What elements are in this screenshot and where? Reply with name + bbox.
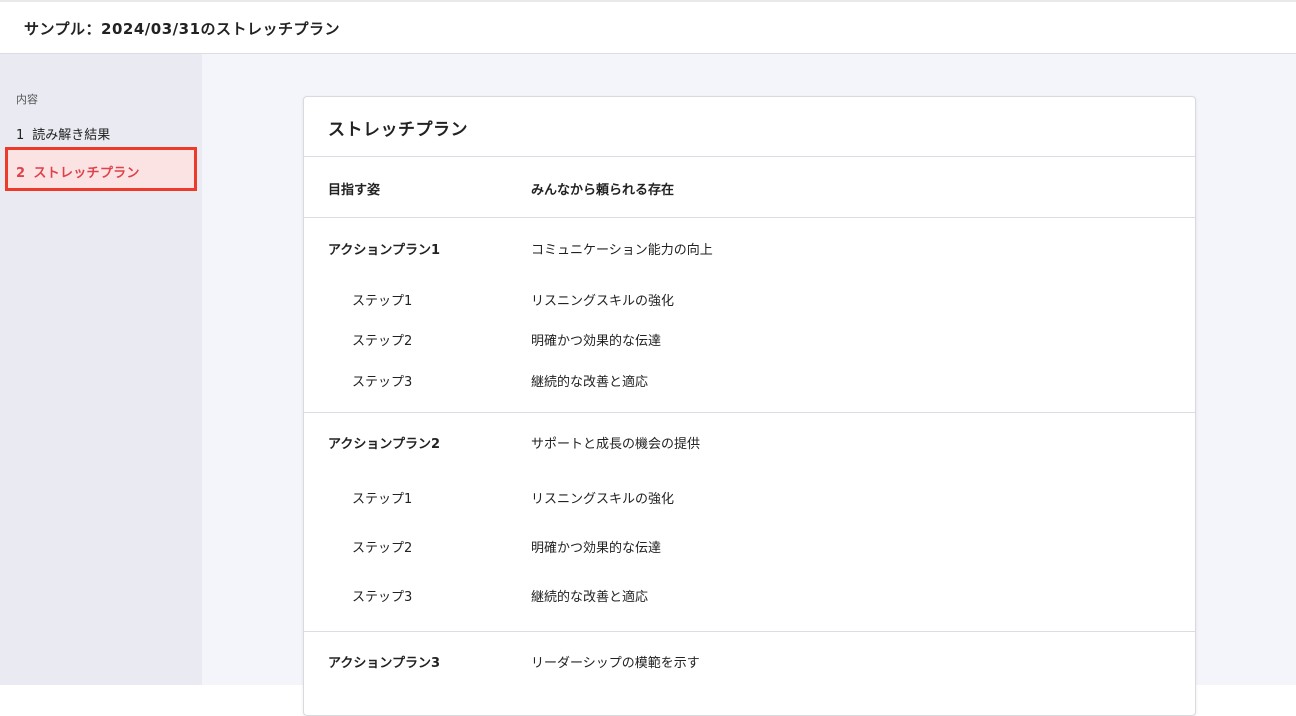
sidebar-toc: 内容 1 読み解き結果 2 ストレッチプラン xyxy=(0,54,202,685)
step-label: ステップ3 xyxy=(352,375,413,390)
toc-item-label: 読み解き結果 xyxy=(32,128,111,143)
card-title: ストレッチプラン xyxy=(328,120,468,140)
toc-item-label: ストレッチプラン xyxy=(33,166,140,181)
action-plan-label: アクションプラン3 xyxy=(328,656,441,671)
step-label: ステップ1 xyxy=(352,294,413,309)
goal-value: みんなから頼られる存在 xyxy=(531,183,675,198)
toc-item-stretch-plan[interactable]: 2 ストレッチプラン xyxy=(5,147,197,191)
step-value: 継続的な改善と適応 xyxy=(531,375,649,390)
divider xyxy=(304,217,1195,218)
step-label: ステップ1 xyxy=(352,492,413,507)
step-value: リスニングスキルの強化 xyxy=(531,492,675,507)
toc-item-active-label: 2 ストレッチプラン xyxy=(16,162,140,181)
divider xyxy=(304,156,1195,157)
action-plan-value: サポートと成長の機会の提供 xyxy=(531,437,701,452)
action-plan-label: アクションプラン2 xyxy=(328,437,441,452)
toc-item-reading-results[interactable]: 1 読み解き結果 xyxy=(16,124,110,143)
step-label: ステップ2 xyxy=(352,334,413,349)
step-value: リスニングスキルの強化 xyxy=(531,294,675,309)
divider xyxy=(304,412,1195,413)
step-value: 明確かつ効果的な伝達 xyxy=(531,334,662,349)
action-plan-value: リーダーシップの模範を示す xyxy=(531,656,700,671)
toc-heading: 内容 xyxy=(16,93,38,106)
action-plan-value: コミュニケーション能力の向上 xyxy=(531,243,713,258)
step-label: ステップ2 xyxy=(352,541,413,556)
page-header: サンプル：2024/03/31のストレッチプラン xyxy=(0,2,1296,54)
goal-label: 目指す姿 xyxy=(328,183,381,198)
page-title: サンプル：2024/03/31のストレッチプラン xyxy=(24,20,341,38)
action-plan-label: アクションプラン1 xyxy=(328,243,441,258)
main-content: ストレッチプラン 目指す姿 みんなから頼られる存在 アクションプラン1 コミュニ… xyxy=(202,54,1296,716)
step-label: ステップ3 xyxy=(352,590,413,605)
divider xyxy=(304,631,1195,632)
stretch-plan-card: ストレッチプラン 目指す姿 みんなから頼られる存在 アクションプラン1 コミュニ… xyxy=(303,96,1196,716)
toc-item-number: 1 xyxy=(16,128,25,143)
step-value: 明確かつ効果的な伝達 xyxy=(531,541,662,556)
step-value: 継続的な改善と適応 xyxy=(531,590,649,605)
toc-item-number: 2 xyxy=(16,166,26,181)
